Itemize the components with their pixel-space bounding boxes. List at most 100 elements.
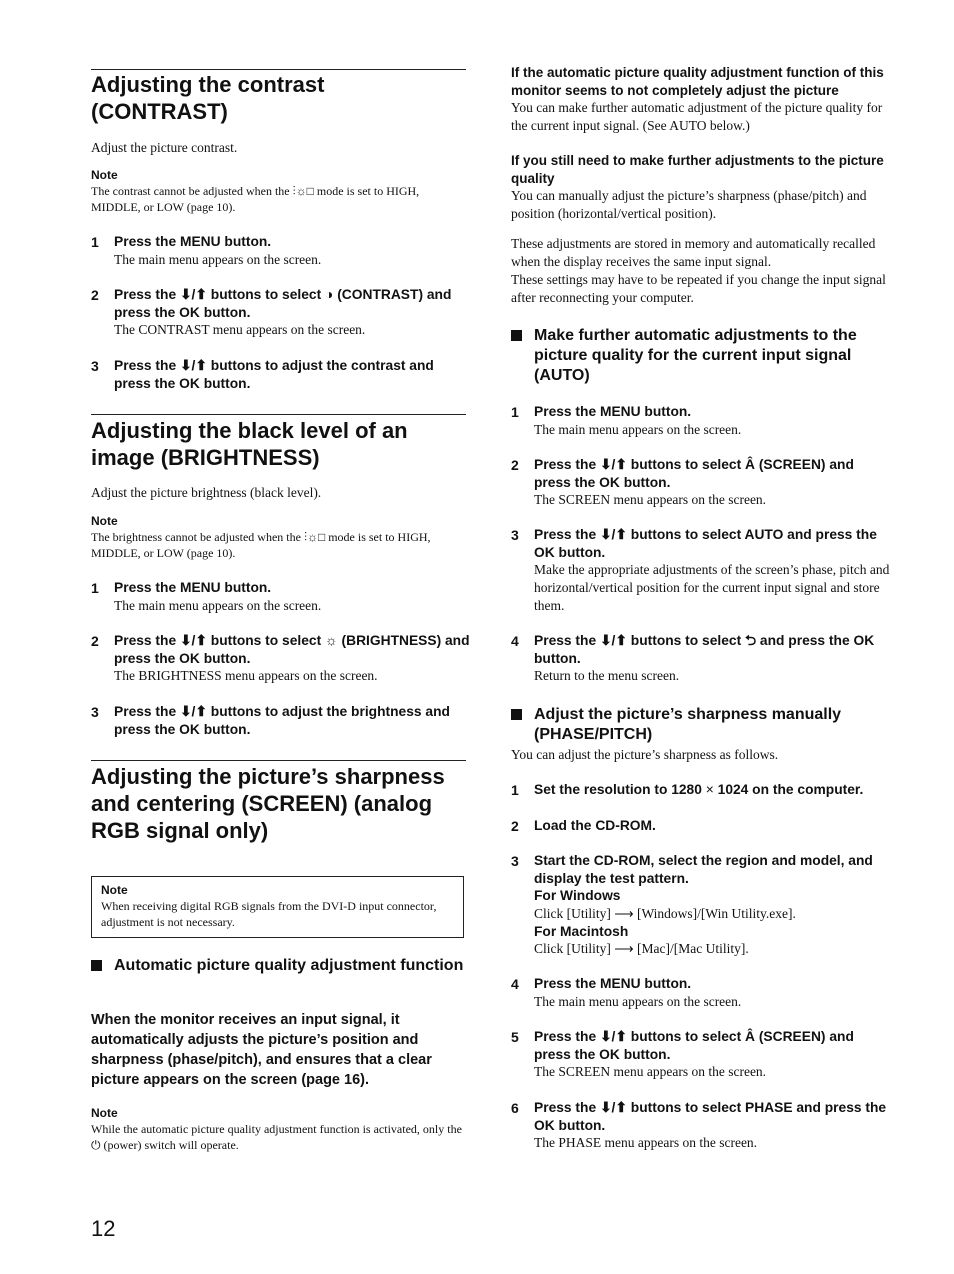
- brightness-heading: Adjusting the black level of an image (B…: [91, 417, 466, 471]
- step-desc: The CONTRAST menu appears on the screen.: [114, 322, 366, 337]
- stored-text-2: These settings may have to be repeated i…: [511, 272, 886, 305]
- step-desc: Return to the menu screen.: [534, 668, 680, 683]
- contrast-intro: Adjust the picture contrast.: [91, 140, 238, 155]
- boxed-note: Note When receiving digital RGB signals …: [91, 876, 464, 938]
- power-icon: ⏻: [91, 1138, 101, 1152]
- brightness-intro: Adjust the picture brightness (black lev…: [91, 485, 322, 500]
- note-label: Note: [91, 514, 118, 528]
- square-bullet-icon: [511, 709, 522, 720]
- screen-icon: Â: [745, 457, 755, 472]
- contrast-title-line2: (CONTRAST): [91, 99, 228, 124]
- manual-step-4: 4 Press the MENU button. The main menu a…: [511, 975, 891, 1011]
- windows-instruction: Click [Utility] ⟶ [Windows]/[Win Utility…: [534, 905, 796, 921]
- contrast-heading: Adjusting the contrast (CONTRAST): [91, 71, 466, 125]
- macintosh-label: For Macintosh: [534, 923, 629, 939]
- step-number: 1: [511, 404, 519, 420]
- manual-step-5: 5 Press the ⬇/⬆ buttons to select Â (SCR…: [511, 1028, 891, 1081]
- step-desc: The main menu appears on the screen.: [114, 597, 322, 613]
- manual-step-3: 3 Start the CD-ROM, select the region an…: [511, 852, 891, 958]
- step-title: Start the CD-ROM, select the region and …: [534, 853, 873, 886]
- step-title: Press the ⬇/⬆ buttons to select ⮌ and pr…: [534, 633, 875, 666]
- step-title: Press the MENU button.: [114, 580, 272, 595]
- brightness-step-1: 1 Press the MENU button. The main menu a…: [91, 579, 471, 615]
- manual-step-2: 2 Load the CD-ROM.: [511, 817, 891, 835]
- manual-step-1: 1 Set the resolution to 1280 × 1024 on t…: [511, 781, 891, 799]
- step-title: Press the ⬇/⬆ buttons to select ☼ (BRIGH…: [114, 633, 470, 666]
- step-title: Press the MENU button.: [114, 234, 272, 249]
- section-rule: [91, 760, 466, 761]
- step-title: Set the resolution to 1280 × 1024 on the…: [534, 782, 864, 797]
- step-title: Press the MENU button.: [534, 404, 692, 419]
- auto-step-3: 3 Press the ⬇/⬆ buttons to select AUTO a…: [511, 526, 891, 615]
- macintosh-instruction: Click [Utility] ⟶ [Mac]/[Mac Utility].: [534, 941, 749, 956]
- eco-mode-icon: ⫶☼□: [292, 184, 314, 198]
- step-title: Press the ⬇/⬆ buttons to select PHASE an…: [534, 1100, 887, 1133]
- note-text: The brightness cannot be adjusted when t…: [91, 530, 431, 560]
- step-number: 4: [511, 633, 519, 649]
- screen-icon: Â: [745, 1029, 755, 1044]
- step-title: Press the ⬇/⬆ buttons to adjust the cont…: [114, 358, 434, 391]
- if-still-heading: If you still need to make further adjust…: [511, 153, 884, 186]
- down-up-arrows-icon: ⬇/⬆: [179, 287, 207, 302]
- screen-note: Note While the automatic picture quality…: [91, 1106, 469, 1153]
- step-number: 1: [91, 234, 99, 250]
- windows-label: For Windows: [534, 888, 621, 903]
- down-up-arrows-icon: ⬇/⬆: [599, 1100, 627, 1115]
- step-title: Press the ⬇/⬆ buttons to select Â (SCREE…: [534, 457, 854, 490]
- auto-function-description: When the monitor receives an input signa…: [91, 1012, 432, 1088]
- square-bullet-icon: [511, 330, 522, 341]
- screen-title-line1: Adjusting the picture’s sharpness: [91, 764, 445, 789]
- contrast-step-1: 1 Press the MENU button. The main menu a…: [91, 233, 471, 269]
- screen-heading: Adjusting the picture’s sharpness and ce…: [91, 763, 471, 844]
- step-desc: The main menu appears on the screen.: [534, 993, 742, 1009]
- brightness-icon: ☼: [325, 633, 338, 648]
- arrow-right-icon: ⟶: [614, 905, 634, 921]
- eco-mode-icon: ⫶☼□: [303, 530, 326, 544]
- note-text-a: The contrast cannot be adjusted when the: [91, 184, 290, 198]
- stored-text-1: These adjustments are stored in memory a…: [511, 236, 876, 269]
- auto-step-1: 1 Press the MENU button. The main menu a…: [511, 403, 891, 439]
- if-auto-heading: If the automatic picture quality adjustm…: [511, 65, 884, 98]
- contrast-step-2: 2 Press the ⬇/⬆ buttons to select ◑ (CON…: [91, 286, 471, 339]
- step-title: Press the ⬇/⬆ buttons to select AUTO and…: [534, 527, 877, 560]
- brightness-note: Note The brightness cannot be adjusted w…: [91, 514, 466, 561]
- note-label: Note: [101, 883, 128, 897]
- down-up-arrows-icon: ⬇/⬆: [599, 1029, 627, 1044]
- manual-step-6: 6 Press the ⬇/⬆ buttons to select PHASE …: [511, 1099, 891, 1152]
- step-number: 3: [91, 358, 99, 374]
- step-number: 3: [511, 853, 519, 869]
- step-desc: The SCREEN menu appears on the screen.: [534, 492, 767, 507]
- step-number: 6: [511, 1100, 519, 1116]
- square-bullet-icon: [91, 960, 102, 971]
- step-number: 1: [511, 782, 519, 798]
- contrast-note: Note The contrast cannot be adjusted whe…: [91, 168, 466, 215]
- step-number: 3: [511, 527, 519, 543]
- down-up-arrows-icon: ⬇/⬆: [599, 527, 627, 542]
- brightness-title-line2: image (BRIGHTNESS): [91, 445, 320, 470]
- step-desc: The PHASE menu appears on the screen.: [534, 1135, 758, 1150]
- note-text: When receiving digital RGB signals from …: [101, 899, 437, 929]
- if-auto-text: You can make further automatic adjustmen…: [511, 100, 883, 133]
- auto-function-heading: Automatic picture quality adjustment fun…: [91, 956, 471, 976]
- brightness-step-2: 2 Press the ⬇/⬆ buttons to select ☼ (BRI…: [91, 632, 471, 685]
- note-text: While the automatic picture quality adju…: [91, 1122, 462, 1152]
- section-rule: [91, 69, 466, 70]
- step-title: Press the ⬇/⬆ buttons to select ◑ (CONTR…: [114, 287, 452, 320]
- manual-intro: You can adjust the picture’s sharpness a…: [511, 747, 779, 762]
- if-still-text: You can manually adjust the picture’s sh…: [511, 188, 867, 221]
- contrast-title-line1: Adjusting the contrast: [91, 72, 325, 97]
- return-icon: ⮌: [745, 633, 757, 648]
- step-number: 1: [91, 580, 99, 596]
- auto-step-4: 4 Press the ⬇/⬆ buttons to select ⮌ and …: [511, 632, 891, 685]
- step-number: 2: [91, 287, 99, 303]
- contrast-step-3: 3 Press the ⬇/⬆ buttons to adjust the co…: [91, 357, 471, 392]
- down-up-arrows-icon: ⬇/⬆: [179, 358, 207, 373]
- step-number: 4: [511, 976, 519, 992]
- step-number: 2: [91, 633, 99, 649]
- brightness-title-line1: Adjusting the black level of an: [91, 418, 408, 443]
- manual-section-heading: Adjust the picture’s sharpness manually …: [511, 705, 891, 745]
- step-number: 2: [511, 457, 519, 473]
- note-label: Note: [91, 168, 118, 182]
- auto-section-heading: Make further automatic adjustments to th…: [511, 326, 891, 386]
- step-title: Press the ⬇/⬆ buttons to select Â (SCREE…: [534, 1029, 854, 1062]
